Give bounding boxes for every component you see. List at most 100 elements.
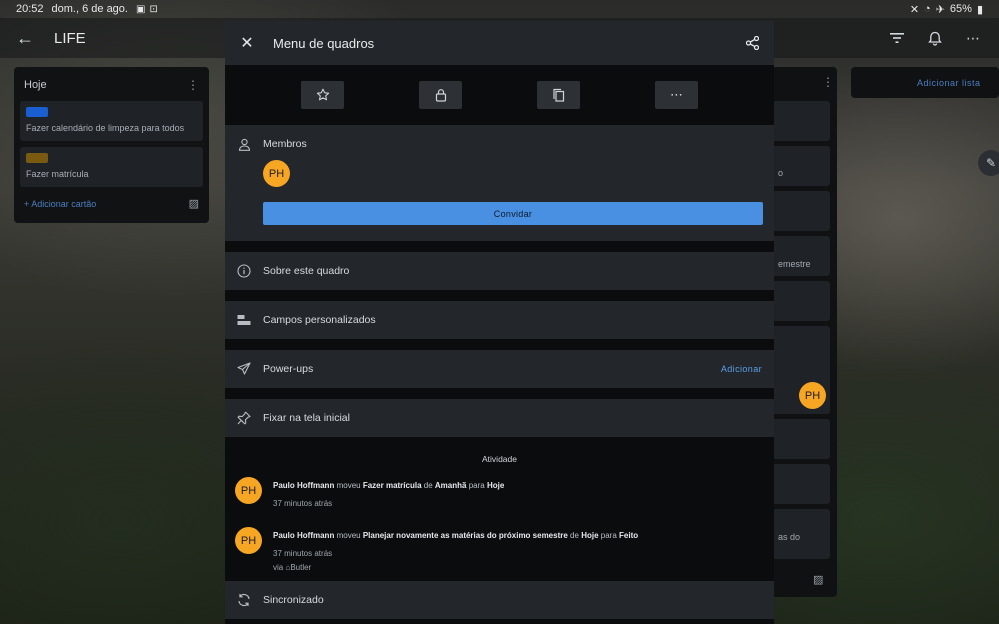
mute-icon: ✕ — [909, 3, 920, 16]
status-bar: 20:52 dom., 6 de ago. ▣ ⊡ ✕ ◔ ✈ 65% ▮ — [0, 0, 999, 18]
activity-title: Atividade — [482, 454, 517, 464]
battery-icon: ▮ — [976, 3, 983, 16]
list-card[interactable] — [772, 419, 830, 459]
card-title: Fazer calendário de limpeza para todos — [26, 123, 185, 133]
lock-icon — [435, 89, 446, 102]
activity-item: PH Paulo Hoffmann moveu Fazer matrícula … — [225, 477, 774, 527]
board-menu-panel: ✕ Menu de quadros ⋯ Membros PH Convidar — [225, 21, 774, 624]
app-bar-actions: ⋯ — [887, 28, 983, 48]
list-card[interactable]: emestre — [772, 236, 830, 276]
activity-from-list: Amanhã — [434, 481, 467, 490]
star-button[interactable] — [301, 81, 344, 109]
status-right: ✕ ◔ ✈ 65% ▮ — [910, 3, 983, 16]
activity-text: Paulo Hoffmann moveu Fazer matrícula de … — [273, 477, 774, 490]
list-card[interactable]: Fazer matrícula — [20, 147, 203, 187]
sync-icon — [237, 593, 251, 607]
back-arrow-icon[interactable]: ← — [16, 28, 36, 48]
powerups-label: Power-ups — [263, 363, 314, 375]
filter-icon[interactable] — [887, 28, 907, 48]
list-footer: + Adicionar cartão ▨ — [20, 197, 203, 210]
add-list-button[interactable]: Adicionar lista — [851, 67, 999, 98]
list-card[interactable] — [772, 101, 830, 141]
activity-from-list: Hoje — [581, 531, 599, 540]
board-actions-toolbar: ⋯ — [225, 65, 774, 125]
card-title: Fazer matrícula — [26, 169, 89, 179]
pin-icon — [237, 411, 251, 425]
activity-card[interactable]: Fazer matrícula — [363, 481, 422, 490]
person-icon — [237, 137, 251, 151]
card-title: emestre — [778, 259, 811, 269]
via-label: via — [273, 563, 284, 572]
activity-avatar[interactable]: PH — [235, 477, 262, 504]
activity-to-list: Hoje — [486, 481, 505, 490]
custom-fields-label: Campos personalizados — [263, 314, 376, 326]
activity-to-list: Feito — [619, 531, 639, 540]
info-icon — [237, 264, 251, 278]
panel-title: Menu de quadros — [273, 35, 375, 51]
custom-fields-icon — [237, 313, 251, 327]
star-icon — [316, 88, 329, 101]
image-card-icon[interactable]: ▨ — [813, 573, 823, 586]
about-board-row[interactable]: Sobre este quadro — [225, 252, 774, 290]
member-avatar: PH — [799, 382, 826, 409]
list-feito-partial: ⋮ o emestre PH as do ▨ — [772, 67, 837, 597]
list-title: Hoje — [24, 79, 47, 91]
battery-level: 65% — [949, 3, 972, 15]
board-title: LIFE — [54, 29, 86, 47]
wifi-icon: ◔ — [924, 3, 931, 15]
activity-time: 37 minutos atrás — [273, 549, 333, 558]
pin-home-label: Fixar na tela inicial — [263, 412, 350, 424]
privacy-lock-button[interactable] — [419, 81, 462, 109]
bell-icon[interactable] — [925, 28, 945, 48]
copy-board-button[interactable] — [537, 81, 580, 109]
gallery-notification-icon: ▣ — [135, 3, 146, 15]
screenshot-notification-icon: ⊡ — [149, 3, 158, 15]
pin-home-row[interactable]: Fixar na tela inicial — [225, 399, 774, 437]
airplane-icon: ✈ — [935, 3, 945, 16]
add-card-button[interactable]: + Adicionar cartão — [24, 199, 96, 209]
members-label: Membros — [263, 138, 307, 150]
card-title: as do — [778, 532, 801, 542]
activity-item: PH Paulo Hoffmann moveu Planejar novamen… — [225, 527, 774, 577]
activity-from-word: de — [423, 481, 433, 490]
powerups-row[interactable]: Power-ups Adicionar — [225, 350, 774, 388]
add-powerup-button[interactable]: Adicionar — [721, 364, 762, 374]
activity-text: Paulo Hoffmann moveu Planejar novamente … — [273, 527, 774, 540]
invite-button[interactable]: Convidar — [263, 202, 763, 225]
list-menu-icon[interactable]: ⋮ — [822, 75, 834, 89]
activity-user[interactable]: Paulo Hoffmann — [273, 481, 334, 490]
list-header: Hoje ⋮ — [20, 75, 203, 95]
activity-to-word: para — [600, 531, 617, 540]
custom-fields-row[interactable]: Campos personalizados — [225, 301, 774, 339]
sync-label: Sincronizado — [263, 594, 324, 606]
list-card[interactable]: o — [772, 146, 830, 186]
more-options-icon[interactable]: ⋯ — [963, 28, 983, 48]
activity-user[interactable]: Paulo Hoffmann — [273, 531, 334, 540]
edit-pencil-icon[interactable]: ✎ — [978, 150, 999, 176]
activity-via: via ⌂Butler — [273, 563, 774, 572]
list-card[interactable] — [772, 281, 830, 321]
more-board-actions-button[interactable]: ⋯ — [655, 81, 698, 109]
close-icon[interactable]: ✕ — [237, 33, 257, 53]
activity-card[interactable]: Planejar novamente as matérias do próxim… — [363, 531, 568, 540]
via-name: Butler — [290, 563, 312, 572]
status-time: 20:52 — [16, 3, 44, 15]
list-card[interactable]: as do — [772, 509, 830, 559]
activity-from-word: de — [570, 531, 579, 540]
activity-time: 37 minutos atrás — [273, 499, 333, 508]
activity-avatar[interactable]: PH — [235, 527, 262, 554]
members-header: Membros — [237, 137, 762, 151]
card-label — [26, 107, 48, 117]
activity-verb: moveu — [336, 481, 361, 490]
image-card-icon[interactable]: ▨ — [189, 197, 199, 210]
copy-icon — [553, 88, 565, 102]
share-icon[interactable] — [742, 33, 762, 53]
list-card[interactable]: PH — [772, 326, 830, 414]
sync-status-row: Sincronizado — [225, 581, 774, 619]
list-card[interactable]: Fazer calendário de limpeza para todos — [20, 101, 203, 141]
list-card[interactable] — [772, 191, 830, 231]
card-label — [26, 153, 48, 163]
list-card[interactable] — [772, 464, 830, 504]
member-avatar[interactable]: PH — [263, 160, 290, 187]
list-menu-icon[interactable]: ⋮ — [187, 78, 199, 92]
